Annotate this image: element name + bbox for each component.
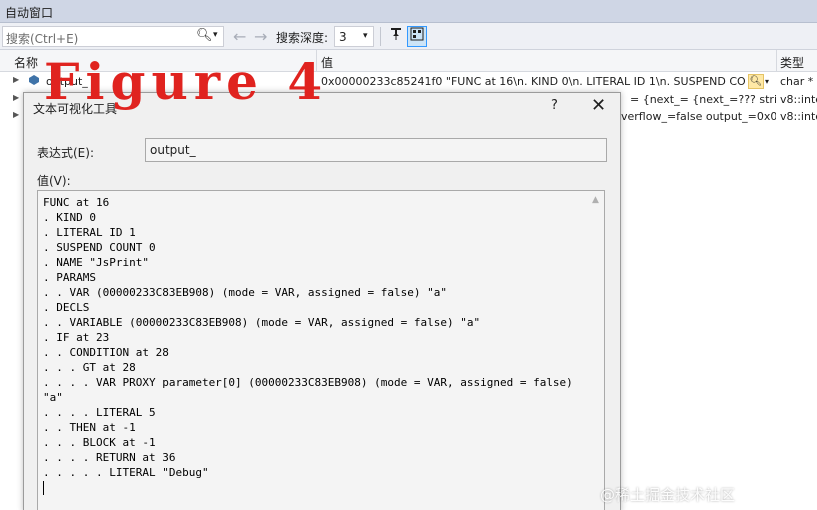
search-input[interactable]: 搜索(Ctrl+E) bbox=[6, 30, 78, 47]
expand-arrow-icon[interactable]: ▶ bbox=[13, 75, 19, 84]
scroll-up-arrow-icon[interactable]: ▲ bbox=[592, 195, 599, 205]
figure-annotation-label: Figure 4 bbox=[44, 52, 329, 111]
watermark: @稀土掘金技术社区 bbox=[600, 486, 736, 504]
row-value[interactable]: 0x00000233c85241f0 "FUNC at 16\n. KIND 0… bbox=[321, 75, 746, 88]
variable-icon bbox=[28, 74, 40, 86]
value-textarea[interactable]: FUNC at 16 . KIND 0 . LITERAL ID 1 . SUS… bbox=[37, 190, 605, 510]
row-type: char * bbox=[780, 75, 814, 88]
visualizer-dropdown-icon[interactable]: ▾ bbox=[765, 77, 769, 86]
value-label: 值(V): bbox=[37, 174, 71, 188]
visualizer-magnifier-icon[interactable]: 🔍︎ bbox=[748, 74, 764, 89]
expand-arrow-icon[interactable]: ▶ bbox=[13, 93, 19, 102]
row-value[interactable]: verflow_=false output_=0x0... bbox=[621, 110, 776, 123]
row-type: v8::inte bbox=[780, 110, 817, 123]
expression-label: 表达式(E): bbox=[37, 146, 94, 160]
search-depth-select[interactable]: 3 ▾ bbox=[334, 26, 374, 47]
expression-field[interactable]: output_ bbox=[145, 138, 607, 162]
chevron-down-icon: ▾ bbox=[363, 31, 368, 41]
text-visualizer-dialog: 文本可视化工具 ? ✕ 表达式(E): output_ 值(V): FUNC a… bbox=[23, 92, 621, 510]
back-arrow-icon[interactable]: ← bbox=[233, 27, 246, 46]
expression-value: output_ bbox=[150, 143, 196, 157]
value-text-container: FUNC at 16 . KIND 0 . LITERAL ID 1 . SUS… bbox=[43, 195, 583, 495]
toolbar: 搜索(Ctrl+E) 🔍︎ ▾ ← → 搜索深度: 3 ▾ bbox=[0, 23, 817, 50]
column-type-header[interactable]: 类型 bbox=[780, 54, 804, 71]
help-icon[interactable]: ? bbox=[551, 98, 558, 113]
expand-arrow-icon[interactable]: ▶ bbox=[13, 110, 19, 119]
pin-icon[interactable] bbox=[386, 26, 406, 47]
search-options-dropdown-icon[interactable]: ▾ bbox=[213, 30, 218, 40]
text-caret bbox=[43, 481, 44, 495]
column-name-header[interactable]: 名称 bbox=[14, 54, 38, 71]
hex-display-icon[interactable] bbox=[407, 26, 427, 47]
forward-arrow-icon[interactable]: → bbox=[254, 27, 267, 46]
row-type: v8::inte bbox=[780, 93, 817, 106]
value-text: FUNC at 16 . KIND 0 . LITERAL ID 1 . SUS… bbox=[43, 196, 573, 479]
search-icon[interactable]: 🔍︎ bbox=[196, 28, 213, 43]
window-titlebar: 自动窗口 bbox=[0, 0, 817, 23]
window-title: 自动窗口 bbox=[5, 6, 54, 20]
search-depth-value: 3 bbox=[339, 30, 347, 44]
close-icon[interactable]: ✕ bbox=[591, 95, 606, 116]
column-divider[interactable] bbox=[776, 50, 777, 72]
search-box[interactable]: 搜索(Ctrl+E) 🔍︎ ▾ bbox=[2, 26, 224, 47]
row-value[interactable]: = {next_= {next_=??? string... bbox=[630, 93, 776, 106]
toolbar-separator bbox=[380, 27, 381, 46]
search-depth-label: 搜索深度: bbox=[276, 31, 329, 45]
